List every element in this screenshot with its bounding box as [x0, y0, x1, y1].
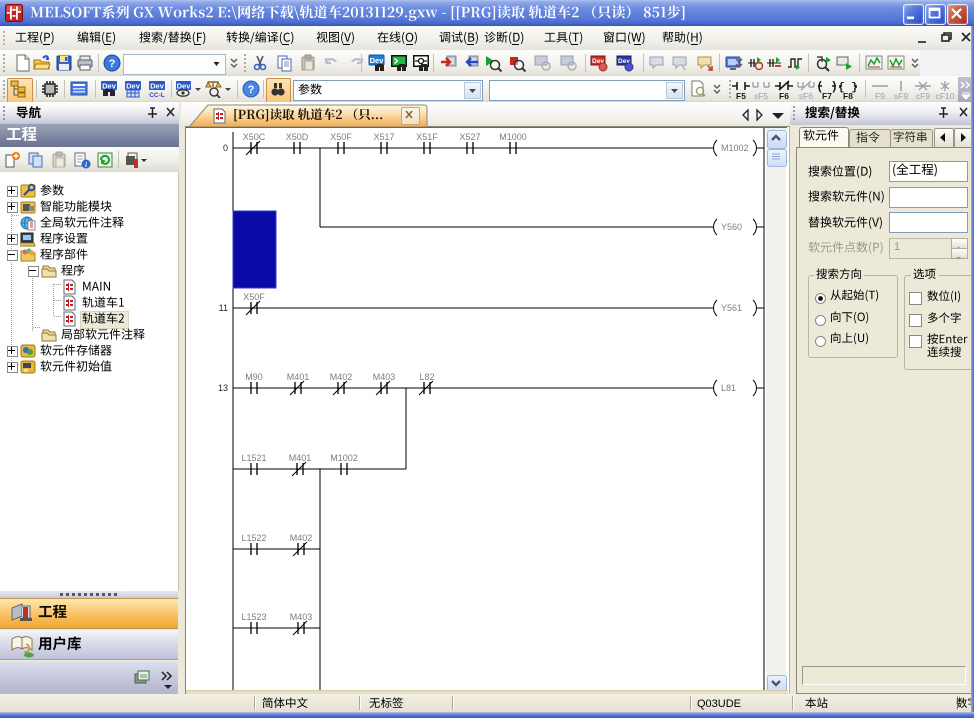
svg-text:?: ?: [248, 84, 255, 96]
svg-text:Dev: Dev: [150, 82, 165, 91]
svg-text:L81: L81: [721, 383, 736, 393]
svg-text:L1521: L1521: [241, 453, 266, 463]
svg-text:L1522: L1522: [241, 533, 266, 543]
svg-text:M403: M403: [290, 612, 313, 622]
svg-text:i: i: [85, 161, 87, 169]
svg-text:Dev: Dev: [177, 82, 192, 91]
svg-text:13: 13: [218, 383, 228, 393]
svg-text:M1002: M1002: [330, 453, 358, 463]
svg-text:M401: M401: [287, 372, 310, 382]
svg-text:M90: M90: [245, 372, 263, 382]
svg-text:X517: X517: [373, 132, 394, 142]
svg-text:L82: L82: [419, 372, 434, 382]
svg-text:0: 0: [223, 143, 228, 153]
svg-text:M402: M402: [290, 533, 313, 543]
svg-text:X50F: X50F: [243, 292, 265, 302]
svg-text:M403: M403: [373, 372, 396, 382]
svg-text:Dev: Dev: [370, 56, 385, 65]
svg-text:X50C: X50C: [243, 132, 266, 142]
svg-text:M1000: M1000: [499, 132, 527, 142]
svg-text:X51F: X51F: [416, 132, 438, 142]
svg-text:Y561: Y561: [721, 303, 742, 313]
svg-text:M1002: M1002: [721, 143, 749, 153]
svg-text:M401: M401: [289, 453, 312, 463]
svg-text:Dev: Dev: [126, 82, 141, 91]
svg-text:X50D: X50D: [286, 132, 309, 142]
svg-text:?: ?: [109, 58, 116, 70]
svg-text:11: 11: [219, 303, 228, 313]
svg-text:X527: X527: [459, 132, 480, 142]
svg-text:M402: M402: [330, 372, 353, 382]
svg-text:X50F: X50F: [330, 132, 352, 142]
svg-text:Y560: Y560: [721, 222, 742, 232]
svg-text:CC-L: CC-L: [149, 92, 165, 98]
svg-text:L1523: L1523: [241, 612, 266, 622]
